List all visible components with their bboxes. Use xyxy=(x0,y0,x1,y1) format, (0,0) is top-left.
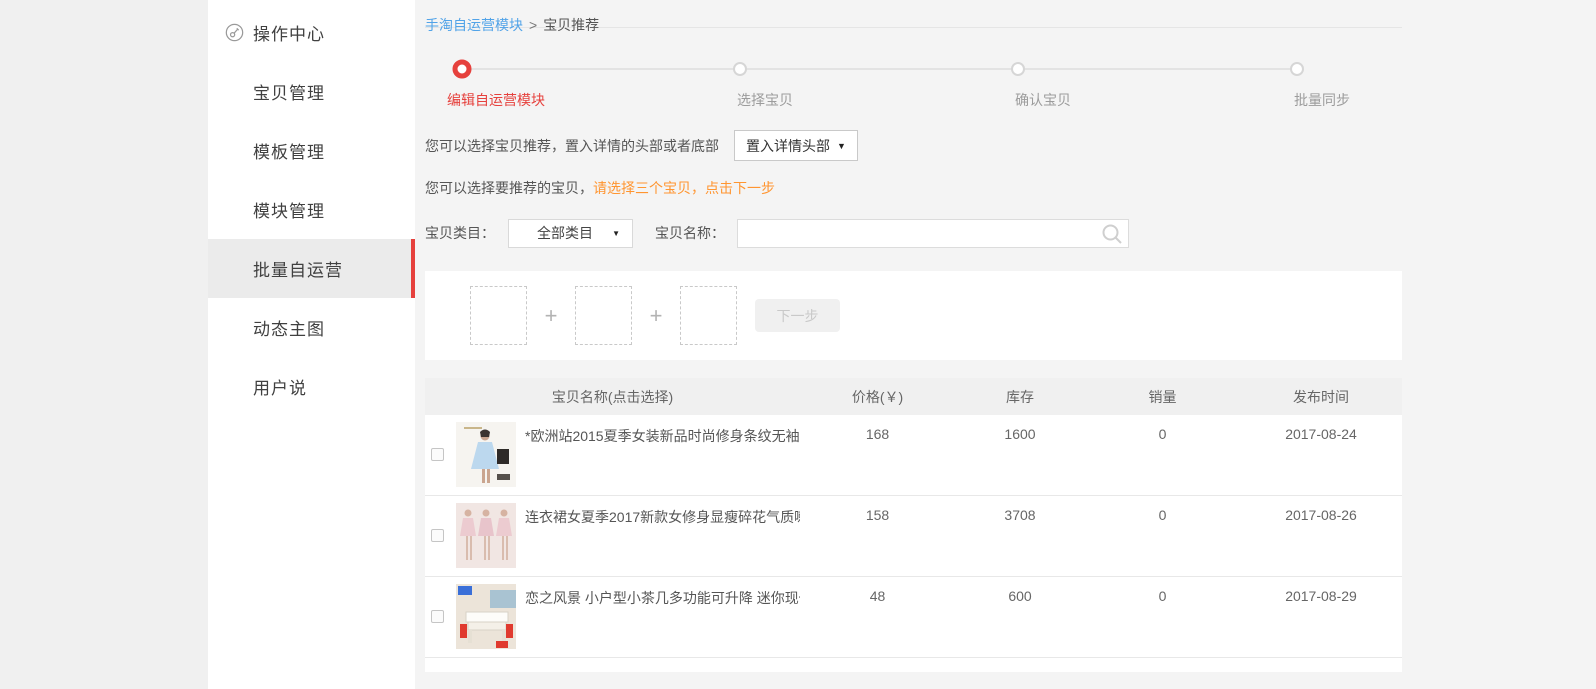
select-instruction-row: 您可以选择要推荐的宝贝，请选择三个宝贝，点击下一步 xyxy=(425,178,1402,198)
sidebar-item-label: 模块管理 xyxy=(208,197,325,222)
product-stock: 600 xyxy=(955,577,1085,657)
category-select[interactable]: 全部类目 ▼ xyxy=(508,219,633,248)
breadcrumb: 手淘自运营模块>宝贝推荐 xyxy=(425,0,1402,27)
product-name: 恋之风景 小户型小茶几多功能可升降 迷你现代 xyxy=(525,577,800,657)
product-slot-2[interactable] xyxy=(575,286,632,345)
select-instruction-highlight: 请选择三个宝贝，点击下一步 xyxy=(593,180,775,196)
wrench-icon xyxy=(225,23,244,42)
filter-row: 宝贝类目： 全部类目 ▼ 宝贝名称： xyxy=(425,218,1402,248)
stepper-track xyxy=(462,68,1297,70)
placement-select-value: 置入详情头部 xyxy=(746,136,830,156)
table-row[interactable]: *欧洲站2015夏季女装新品时尚修身条纹无袖背 168 1600 0 2017-… xyxy=(425,415,1402,496)
product-image xyxy=(456,422,516,487)
product-price: 158 xyxy=(800,496,955,576)
category-label: 宝贝类目： xyxy=(425,223,495,243)
selection-panel: + + 下一步 xyxy=(425,271,1402,360)
sidebar-item-user-say[interactable]: 用户说 xyxy=(208,357,415,416)
placement-instruction-row: 您可以选择宝贝推荐，置入详情的头部或者底部 置入详情头部 ▼ xyxy=(425,130,1402,161)
product-stock: 1600 xyxy=(955,415,1085,495)
next-step-button[interactable]: 下一步 xyxy=(755,299,840,332)
placement-instruction-text: 您可以选择宝贝推荐，置入详情的头部或者底部 xyxy=(425,136,719,156)
product-price: 48 xyxy=(800,577,955,657)
plus-icon: + xyxy=(632,303,680,329)
product-image xyxy=(456,584,516,649)
sidebar-item-label: 批量自运营 xyxy=(208,256,343,281)
product-date: 2017-08-24 xyxy=(1240,415,1402,495)
sidebar-item-label: 宝贝管理 xyxy=(208,79,325,104)
row-checkbox[interactable] xyxy=(431,610,444,623)
sidebar: 操作中心 宝贝管理 模板管理 模块管理 批量自运营 动态主图 用户说 xyxy=(208,0,415,689)
plus-icon: + xyxy=(527,303,575,329)
header-product-name: 宝贝名称(点击选择) xyxy=(425,387,800,407)
product-price: 168 xyxy=(800,415,955,495)
product-date: 2017-08-29 xyxy=(1240,577,1402,657)
sidebar-item-operation-center[interactable]: 操作中心 xyxy=(208,3,415,62)
product-slot-3[interactable] xyxy=(680,286,737,345)
row-checkbox[interactable] xyxy=(431,529,444,542)
product-sales: 0 xyxy=(1085,577,1240,657)
product-name-label: 宝贝名称： xyxy=(655,223,725,243)
step-dot-1 xyxy=(453,60,472,79)
sidebar-item-label: 用户说 xyxy=(208,374,307,399)
product-table: 宝贝名称(点击选择) 价格(￥) 库存 销量 发布时间 xyxy=(425,378,1402,672)
caret-down-icon: ▼ xyxy=(612,229,620,238)
step-label-select: 选择宝贝 xyxy=(737,90,793,110)
sidebar-item-template-manage[interactable]: 模板管理 xyxy=(208,121,415,180)
step-label-sync: 批量同步 xyxy=(1294,90,1350,110)
product-name: 连衣裙女夏季2017新款女修身显瘦碎花气质喇 xyxy=(525,496,800,576)
sidebar-item-batch-self-operation[interactable]: 批量自运营 xyxy=(208,239,415,298)
row-checkbox[interactable] xyxy=(431,448,444,461)
step-label-confirm: 确认宝贝 xyxy=(1015,90,1071,110)
product-date: 2017-08-26 xyxy=(1240,496,1402,576)
sidebar-item-label: 操作中心 xyxy=(253,20,325,45)
sidebar-item-label: 动态主图 xyxy=(208,315,325,340)
caret-down-icon: ▼ xyxy=(837,141,846,151)
header-stock: 库存 xyxy=(955,387,1085,407)
header-sales: 销量 xyxy=(1085,387,1240,407)
product-sales: 0 xyxy=(1085,415,1240,495)
select-instruction-text: 您可以选择要推荐的宝贝， xyxy=(425,180,593,196)
table-header-row: 宝贝名称(点击选择) 价格(￥) 库存 销量 发布时间 xyxy=(425,378,1402,415)
header-price: 价格(￥) xyxy=(800,387,955,407)
step-dot-2 xyxy=(733,62,747,76)
product-name-input[interactable] xyxy=(737,219,1129,248)
product-sales: 0 xyxy=(1085,496,1240,576)
product-stock: 3708 xyxy=(955,496,1085,576)
step-label-edit: 编辑自运营模块 xyxy=(447,90,545,110)
sidebar-item-product-manage[interactable]: 宝贝管理 xyxy=(208,62,415,121)
product-image xyxy=(456,503,516,568)
search-icon[interactable] xyxy=(1101,223,1123,245)
next-row-partial xyxy=(425,658,1402,672)
table-row[interactable]: 连衣裙女夏季2017新款女修身显瘦碎花气质喇 158 3708 0 2017-0… xyxy=(425,496,1402,577)
sidebar-item-dynamic-main-image[interactable]: 动态主图 xyxy=(208,298,415,357)
category-select-value: 全部类目 xyxy=(537,223,593,243)
step-dot-4 xyxy=(1290,62,1304,76)
table-row[interactable]: 恋之风景 小户型小茶几多功能可升降 迷你现代 48 600 0 2017-08-… xyxy=(425,577,1402,658)
header-publish-date: 发布时间 xyxy=(1240,387,1402,407)
sidebar-item-label: 模板管理 xyxy=(208,138,325,163)
sidebar-item-module-manage[interactable]: 模块管理 xyxy=(208,180,415,239)
product-name: *欧洲站2015夏季女装新品时尚修身条纹无袖背 xyxy=(525,415,800,495)
step-dot-3 xyxy=(1011,62,1025,76)
placement-select[interactable]: 置入详情头部 ▼ xyxy=(734,130,858,161)
stepper: 编辑自运营模块 选择宝贝 确认宝贝 批量同步 xyxy=(425,28,1402,120)
search-box xyxy=(737,219,1129,248)
main-content: 手淘自运营模块>宝贝推荐 编辑自运营模块 选择宝贝 确认宝贝 批量同步 您可以选… xyxy=(415,0,1596,689)
product-slot-1[interactable] xyxy=(470,286,527,345)
app-root: 操作中心 宝贝管理 模板管理 模块管理 批量自运营 动态主图 用户说 手淘自运营… xyxy=(0,0,1596,689)
